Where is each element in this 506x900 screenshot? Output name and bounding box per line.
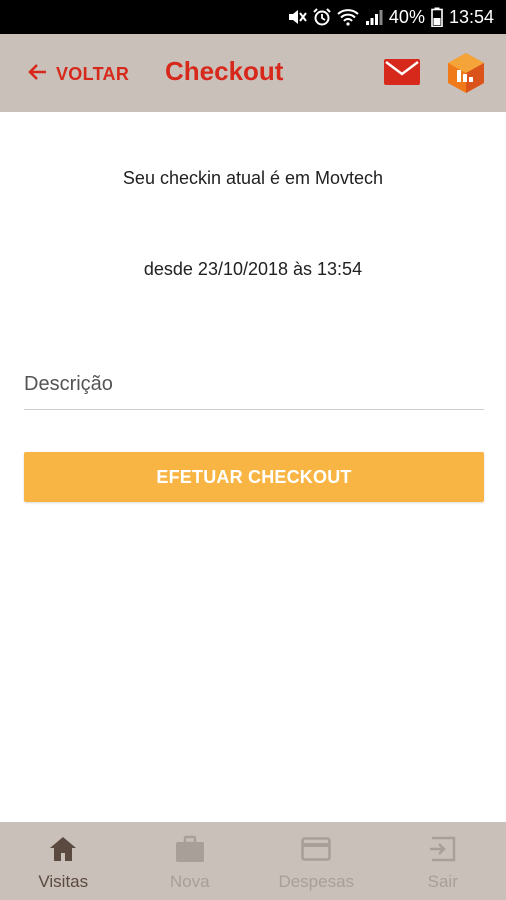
nav-label: Sair bbox=[427, 872, 458, 891]
wifi-icon bbox=[337, 8, 359, 26]
battery-icon bbox=[431, 7, 443, 27]
battery-percent: 40% bbox=[388, 6, 425, 27]
nav-label: Visitas bbox=[38, 872, 89, 891]
signal-icon bbox=[365, 8, 383, 26]
mute-icon bbox=[287, 8, 307, 26]
description-field[interactable]: Descrição bbox=[24, 365, 484, 410]
back-label: VOLTAR bbox=[56, 63, 130, 84]
back-button[interactable]: VOLTAR bbox=[26, 60, 129, 88]
nav-item-visitas[interactable]: Visitas bbox=[0, 822, 127, 900]
alarm-icon bbox=[313, 8, 331, 26]
briefcase-icon bbox=[175, 834, 205, 864]
page-title: Checkout bbox=[165, 56, 284, 86]
app-bar: VOLTAR Checkout bbox=[0, 34, 506, 112]
nav-label: Despesas bbox=[278, 872, 355, 891]
status-bar: 40% 13:54 bbox=[0, 0, 506, 34]
nav-item-sair[interactable]: Sair bbox=[380, 822, 506, 900]
exit-icon bbox=[429, 834, 457, 864]
checkout-button[interactable]: EFETUAR CHECKOUT bbox=[24, 452, 484, 502]
checkin-location-text: Seu checkin atual é em Movtech bbox=[122, 168, 384, 188]
bottom-nav: Visitas Nova Despesas Sair bbox=[0, 822, 506, 900]
status-time: 13:54 bbox=[448, 6, 494, 27]
mail-icon[interactable] bbox=[383, 57, 421, 87]
credit-card-icon bbox=[301, 834, 332, 864]
description-placeholder: Descrição bbox=[24, 373, 113, 395]
nav-label: Nova bbox=[169, 872, 210, 891]
nav-item-despesas[interactable]: Despesas bbox=[253, 822, 380, 900]
nav-item-nova[interactable]: Nova bbox=[127, 822, 254, 900]
checkin-since-text: desde 23/10/2018 às 13:54 bbox=[143, 259, 363, 279]
app-logo-icon[interactable] bbox=[444, 51, 488, 95]
home-icon bbox=[49, 834, 77, 864]
arrow-left-icon bbox=[26, 60, 50, 89]
